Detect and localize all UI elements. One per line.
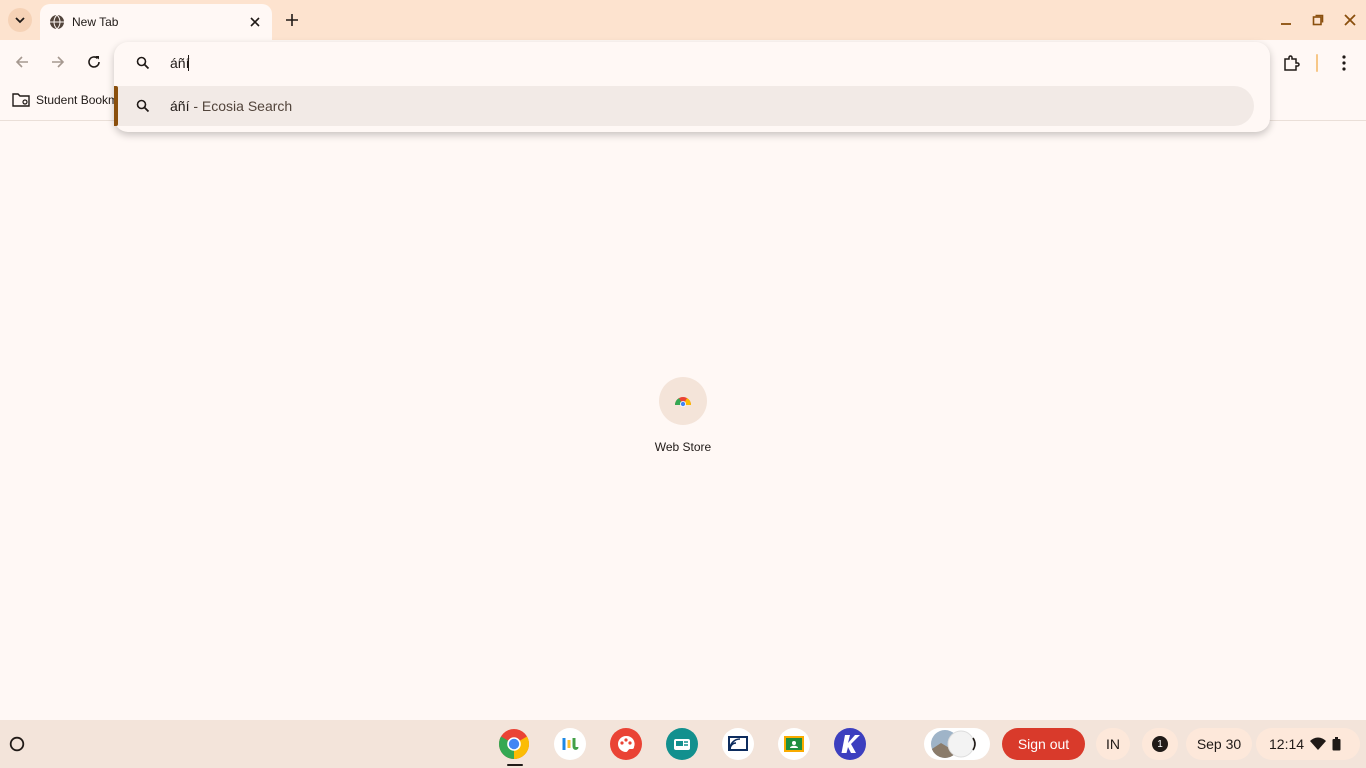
plus-icon — [286, 14, 298, 26]
chrome-menu-button[interactable] — [1334, 52, 1354, 74]
restore-icon — [1312, 14, 1324, 26]
chrome-icon — [498, 729, 530, 759]
reload-button[interactable] — [84, 52, 104, 72]
sign-out-button[interactable]: Sign out — [1002, 728, 1085, 760]
notification-count-badge: 1 — [1152, 736, 1168, 752]
suggestion-text: áñí - Ecosia Search — [170, 98, 292, 114]
toolbar-divider — [1316, 54, 1318, 72]
text-caret — [188, 55, 189, 71]
bookmark-label: Student Bookm — [36, 93, 119, 107]
running-indicator — [507, 764, 523, 766]
tab-new-tab[interactable]: New Tab — [40, 4, 272, 40]
close-icon — [1344, 14, 1356, 26]
minimize-icon — [1281, 23, 1291, 25]
k-app-icon — [841, 735, 860, 753]
holding-space-tray[interactable] — [924, 728, 990, 760]
notification-center-button[interactable]: 1 — [1142, 728, 1178, 760]
shortcut-label: Web Store — [654, 440, 712, 454]
shelf-app-classroom[interactable] — [778, 728, 810, 760]
globe-icon — [50, 14, 64, 30]
app-icon-2 — [562, 738, 579, 750]
back-button[interactable] — [12, 52, 32, 72]
minimize-button[interactable] — [1274, 8, 1298, 32]
omnibox[interactable] — [114, 42, 1270, 84]
arrow-right-icon — [52, 56, 65, 68]
shortcut-web-store[interactable]: Web Store — [634, 377, 732, 454]
forward-button[interactable] — [48, 52, 68, 72]
close-window-button[interactable] — [1338, 8, 1362, 32]
tab-strip: New Tab — [0, 0, 1366, 40]
restore-button[interactable] — [1306, 8, 1330, 32]
suggestion-separator: - — [189, 98, 202, 114]
close-icon — [250, 17, 260, 27]
omnibox-input[interactable] — [170, 53, 870, 73]
tab-search-button[interactable] — [8, 8, 32, 32]
shelf: Sign out IN 1 Sep 30 12:14 — [0, 720, 1366, 768]
chevron-down-icon — [15, 17, 25, 24]
wifi-icon — [1310, 737, 1327, 750]
launcher-icon — [9, 736, 25, 752]
suggestion-engine: Ecosia Search — [201, 98, 293, 114]
tab-title: New Tab — [72, 15, 119, 29]
app-icon-4 — [674, 739, 690, 750]
bookmark-folder-student[interactable]: Student Bookm — [12, 92, 118, 108]
search-icon — [136, 56, 150, 70]
shelf-app-4[interactable] — [666, 728, 698, 760]
thumbnail-icon — [931, 730, 976, 758]
close-tab-button[interactable] — [246, 13, 264, 31]
selection-indicator — [114, 86, 118, 126]
status-area[interactable]: 12:14 — [1256, 728, 1360, 760]
arrow-left-icon — [15, 56, 28, 68]
shelf-app-paint[interactable] — [610, 728, 642, 760]
shelf-app-k[interactable] — [834, 728, 866, 760]
shelf-app-screencast[interactable] — [722, 728, 754, 760]
reload-icon — [88, 56, 100, 68]
extensions-button[interactable] — [1280, 52, 1302, 74]
shelf-app-chrome[interactable] — [498, 728, 530, 760]
puzzle-icon — [1284, 55, 1300, 71]
shortcut-tile — [659, 377, 707, 425]
paint-icon — [618, 735, 635, 752]
folder-managed-icon — [12, 93, 30, 107]
search-icon — [136, 99, 150, 113]
screencast-icon — [728, 736, 748, 751]
ime-menu-button[interactable]: IN — [1096, 728, 1130, 760]
new-tab-button[interactable] — [282, 10, 302, 30]
suggestion-query: áñí — [170, 98, 190, 114]
launcher-button[interactable] — [8, 735, 26, 753]
clock-time: 12:14 — [1269, 736, 1305, 752]
date-tray[interactable]: Sep 30 — [1186, 728, 1252, 760]
omnibox-popup: áñí - Ecosia Search — [114, 42, 1270, 132]
web-store-icon — [675, 397, 691, 407]
shelf-app-2[interactable] — [554, 728, 586, 760]
more-vert-icon — [1342, 55, 1346, 71]
battery-icon — [1332, 737, 1341, 751]
classroom-icon — [784, 736, 804, 752]
omnibox-suggestion[interactable]: áñí - Ecosia Search — [114, 86, 1254, 126]
